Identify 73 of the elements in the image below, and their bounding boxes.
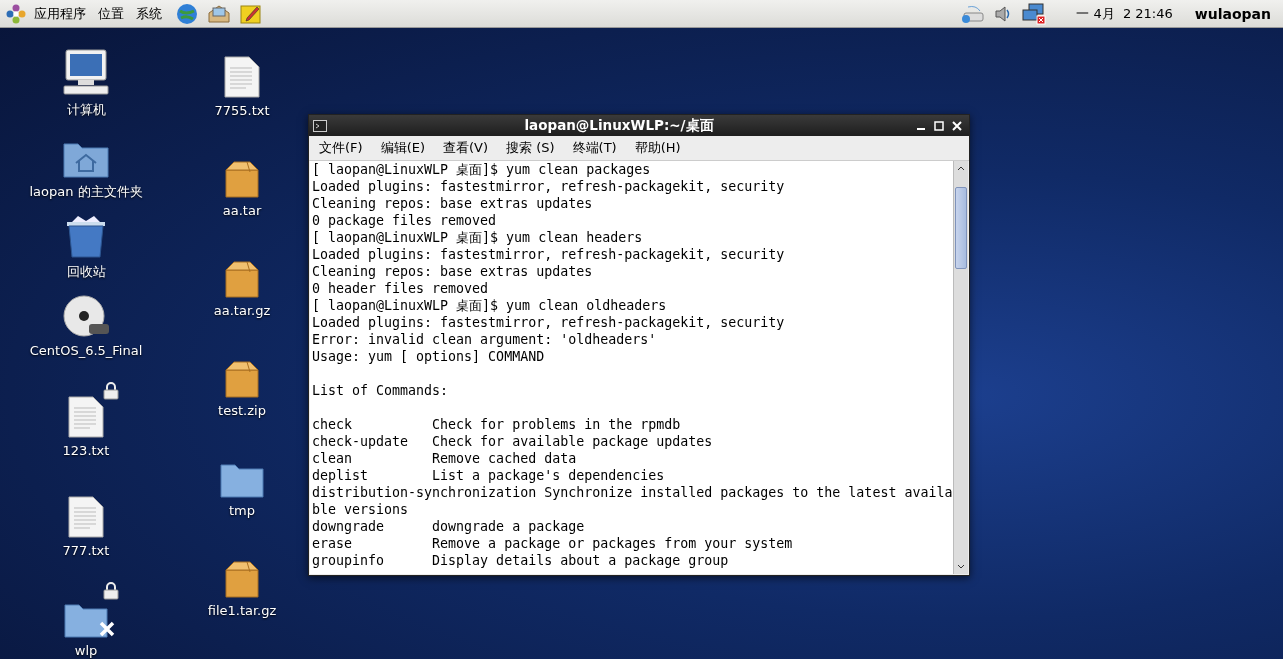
terminal-line: Cleaning repos: base extras updates — [312, 263, 594, 280]
trash-icon — [64, 214, 108, 258]
globe-icon[interactable] — [176, 2, 198, 25]
notepad-pencil-icon[interactable] — [240, 3, 262, 24]
panel-menu[interactable]: 位置 — [94, 2, 128, 25]
menu-item[interactable]: 帮助(H) — [628, 137, 687, 159]
text-file-icon — [68, 496, 104, 538]
terminal-line: deplist List a package's dependencies — [312, 467, 666, 484]
terminal-line: 0 header files removed — [312, 280, 490, 297]
terminal-line: Cleaning repos: base extras updates — [312, 195, 594, 212]
folder-icon — [64, 602, 108, 638]
scroll-down-icon[interactable] — [957, 564, 965, 570]
package-box-icon — [225, 160, 259, 198]
icon-label[interactable]: laopan 的主文件夹 — [29, 183, 143, 201]
menu-item[interactable]: 终端(T) — [566, 137, 623, 159]
minimize-icon — [916, 128, 926, 130]
terminal-line: ble versions — [312, 501, 410, 518]
terminal-line: check-update Check for available package updates — [312, 433, 714, 450]
scrollbar-thumb[interactable] — [955, 187, 967, 269]
terminal-line: Loaded plugins: fastestmirror, refresh-packagekit, security — [312, 246, 786, 263]
terminal-line: distribution-synchronization Synchronize installed packages to the latest availa — [312, 484, 951, 501]
scroll-up-icon[interactable] — [957, 165, 965, 171]
terminal-line: downgrade downgrade a package — [312, 518, 586, 535]
icon-label[interactable]: file1.tar.gz — [207, 603, 277, 618]
terminal-line: Loaded plugins: fastestmirror, refresh-packagekit, security — [312, 314, 786, 331]
network-disconnected-icon[interactable] — [1022, 2, 1047, 25]
text-file-icon — [224, 56, 260, 98]
menu-item[interactable]: 搜索 (S) — [500, 137, 561, 159]
package-box-icon — [225, 260, 259, 298]
terminal-line: 0 package files removed — [312, 212, 498, 229]
folder-icon — [220, 462, 264, 498]
terminal-line: Error: invalid clean argument: 'oldheaders' — [312, 331, 658, 348]
icon-label[interactable]: 777.txt — [62, 543, 110, 558]
icon-label[interactable]: aa.tar.gz — [213, 303, 271, 318]
terminal-line: [ laopan@LinuxWLP 桌面]$ yum clean oldheaders — [312, 297, 668, 314]
dvd-disc-icon — [63, 294, 109, 338]
terminal-line: erase Remove a package or packages from your system — [312, 535, 794, 552]
terminal-line: Usage: yum [ options] COMMAND — [312, 348, 546, 365]
flower-logo-icon[interactable] — [6, 3, 26, 24]
scrollbar[interactable] — [953, 161, 968, 574]
icon-label[interactable]: 回收站 — [66, 263, 106, 281]
panel-menu[interactable]: 应用程序 — [30, 2, 90, 25]
maximize-icon — [934, 120, 944, 131]
terminal-icon — [313, 119, 327, 132]
package-box-icon — [225, 360, 259, 398]
package-box-icon — [225, 560, 259, 598]
icon-label[interactable]: tmp — [229, 503, 255, 518]
terminal-line: check Check for problems in the rpmdb — [312, 416, 682, 433]
close-icon — [952, 120, 962, 131]
terminal-line: [ laopan@LinuxWLP 桌面]$ yum clean packages — [312, 161, 652, 178]
menu-item[interactable]: 查看(V) — [437, 137, 495, 159]
icon-label[interactable]: 计算机 — [66, 101, 106, 119]
icon-label[interactable]: test.zip — [218, 403, 266, 418]
icon-label[interactable]: wlp — [74, 643, 98, 658]
menu-item[interactable]: 编辑(E) — [374, 137, 431, 159]
clock[interactable]: 一 4月 2 21:46 — [1076, 4, 1173, 23]
text-file-icon — [68, 396, 104, 438]
icon-label[interactable]: CentOS_6.5_Final — [29, 343, 143, 358]
terminal-line: [ laopan@LinuxWLP 桌面]$ yum clean headers — [312, 229, 644, 246]
icon-label[interactable]: aa.tar — [222, 203, 262, 218]
computer-icon — [62, 48, 110, 96]
terminal-line: groupinfo Display details about a package group — [312, 552, 730, 569]
icon-label[interactable]: 7755.txt — [214, 103, 270, 118]
icon-label[interactable]: 123.txt — [62, 443, 110, 458]
window-title: laopan@LinuxWLP:~/桌面 — [523, 116, 715, 135]
home-folder-icon — [63, 140, 109, 178]
terminal-line: List of Commands: — [312, 382, 450, 399]
terminal-line: Loaded plugins: fastestmirror, refresh-packagekit, security — [312, 178, 786, 195]
envelope-picture-icon[interactable] — [208, 3, 230, 24]
user-name[interactable]: wulaopan — [1194, 5, 1271, 22]
terminal-line: clean Remove cached data — [312, 450, 578, 467]
panel-menu[interactable]: 系统 — [132, 2, 166, 25]
menu-item[interactable]: 文件(F) — [313, 137, 369, 159]
